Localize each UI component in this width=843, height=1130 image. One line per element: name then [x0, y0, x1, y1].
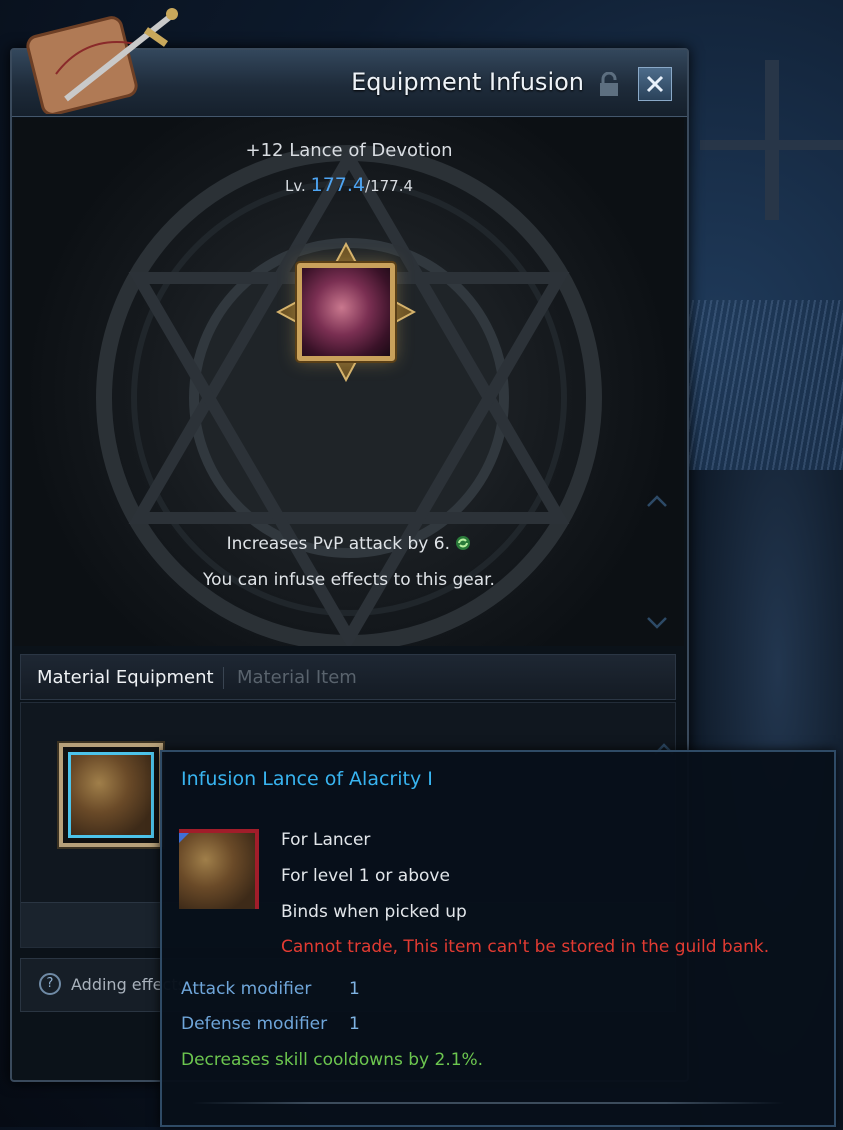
lance-of-alacrity-icon	[68, 752, 154, 838]
stat-label: Attack modifier	[181, 979, 312, 999]
tooltip-stat-attack: Attack modifier 1	[181, 979, 360, 999]
grade-corner-icon	[179, 833, 189, 843]
close-icon	[646, 75, 664, 93]
fence-post	[700, 140, 843, 150]
effect-line-pvp: Increases PvP attack by 6.	[14, 534, 684, 554]
refresh-icon[interactable]	[455, 535, 471, 551]
stat-value: 1	[349, 979, 360, 999]
item-level: Lv. 177.4/177.4	[14, 174, 684, 196]
item-tooltip: Infusion Lance of Alacrity I For Lancer …	[160, 750, 836, 1127]
item-preview-panel: +12 Lance of Devotion Lv. 177.4/177.4 In…	[14, 118, 684, 646]
tab-material-item[interactable]: Material Item	[237, 667, 357, 688]
tooltip-title: Infusion Lance of Alacrity I	[181, 768, 433, 790]
close-button[interactable]	[638, 67, 672, 101]
material-slot[interactable]	[59, 743, 163, 847]
help-icon[interactable]: ?	[39, 973, 61, 995]
effect-line-infuse: You can infuse effects to this gear.	[203, 570, 495, 590]
level-max: /177.4	[365, 177, 414, 195]
scroll-up-button[interactable]	[646, 494, 668, 508]
tooltip-divider	[192, 1102, 784, 1104]
scroll-down-button[interactable]	[646, 616, 668, 630]
tooltip-trade-warning: Cannot trade, This item can't be stored …	[281, 937, 770, 957]
material-tabs: Material Equipment Material Item	[20, 654, 676, 700]
level-current: 177.4	[310, 174, 366, 196]
tab-separator	[223, 667, 224, 689]
stat-label: Defense modifier	[181, 1014, 328, 1034]
window-title: Equipment Infusion	[351, 68, 584, 96]
tab-material-equipment[interactable]: Material Equipment	[37, 667, 214, 688]
tooltip-class-requirement: For Lancer	[281, 830, 371, 850]
tooltip-item-icon	[179, 829, 259, 909]
lance-of-devotion-icon	[297, 263, 395, 361]
stat-value: 1	[349, 1014, 360, 1034]
lock-button[interactable]	[594, 70, 624, 100]
magic-circle-emblem	[96, 145, 602, 646]
effect-text-pvp: Increases PvP attack by 6.	[226, 534, 450, 554]
grass-patch	[680, 300, 843, 480]
tooltip-bonus-effect: Decreases skill cooldowns by 2.1%.	[181, 1050, 484, 1070]
item-name: +12 Lance of Devotion	[245, 140, 453, 161]
chevron-up-icon	[647, 495, 667, 507]
chevron-down-icon	[647, 617, 667, 629]
tooltip-level-requirement: For level 1 or above	[281, 866, 450, 886]
tooltip-stat-defense: Defense modifier 1	[181, 1014, 360, 1034]
scroll-sword-emblem-icon	[26, 8, 178, 114]
infusion-target-slot[interactable]	[276, 242, 416, 382]
level-prefix: Lv.	[284, 177, 306, 195]
tooltip-binding: Binds when picked up	[281, 902, 467, 922]
lock-icon	[600, 72, 618, 96]
